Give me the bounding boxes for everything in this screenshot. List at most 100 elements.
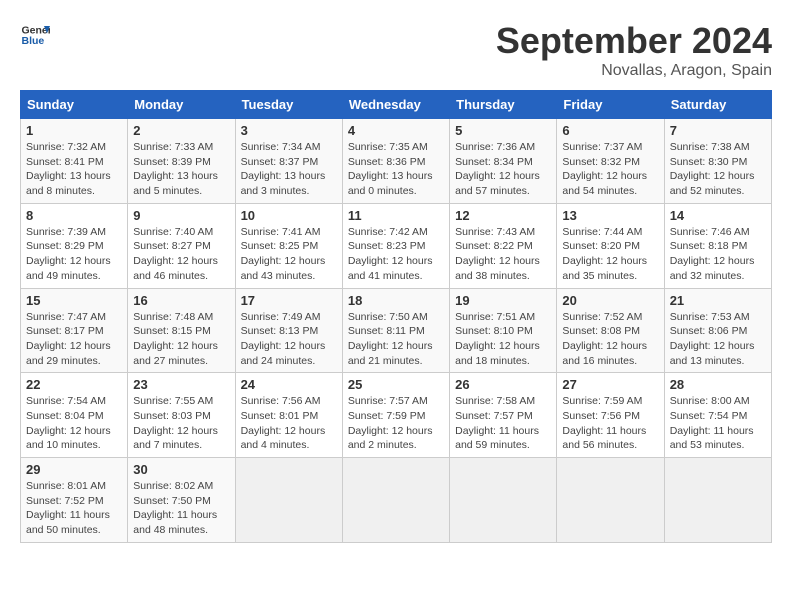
day-info: Sunrise: 7:54 AMSunset: 8:04 PMDaylight:…	[26, 395, 111, 451]
calendar-week-2: 8 Sunrise: 7:39 AMSunset: 8:29 PMDaylight…	[21, 203, 772, 288]
day-info: Sunrise: 7:56 AMSunset: 8:01 PMDaylight:…	[241, 395, 326, 451]
day-info: Sunrise: 7:50 AMSunset: 8:11 PMDaylight:…	[348, 311, 433, 367]
day-info: Sunrise: 7:59 AMSunset: 7:56 PMDaylight:…	[562, 395, 646, 451]
calendar-cell	[342, 458, 449, 543]
calendar-cell: 11 Sunrise: 7:42 AMSunset: 8:23 PMDayligh…	[342, 203, 449, 288]
day-number: 23	[133, 377, 229, 392]
day-info: Sunrise: 8:01 AMSunset: 7:52 PMDaylight:…	[26, 480, 110, 536]
day-number: 27	[562, 377, 658, 392]
day-number: 25	[348, 377, 444, 392]
calendar-cell: 23 Sunrise: 7:55 AMSunset: 8:03 PMDayligh…	[128, 373, 235, 458]
location: Novallas, Aragon, Spain	[496, 62, 772, 80]
calendar-cell: 2Sunrise: 7:33 AMSunset: 8:39 PMDaylight…	[128, 119, 235, 204]
calendar-cell: 6Sunrise: 7:37 AMSunset: 8:32 PMDaylight…	[557, 119, 664, 204]
day-number: 14	[670, 208, 766, 223]
calendar-table: SundayMondayTuesdayWednesdayThursdayFrid…	[20, 90, 772, 543]
calendar-cell: 13 Sunrise: 7:44 AMSunset: 8:20 PMDayligh…	[557, 203, 664, 288]
day-number: 4	[348, 123, 444, 138]
calendar-cell: 19 Sunrise: 7:51 AMSunset: 8:10 PMDayligh…	[450, 288, 557, 373]
day-number: 1	[26, 123, 122, 138]
day-number: 28	[670, 377, 766, 392]
day-info: Sunrise: 7:47 AMSunset: 8:17 PMDaylight:…	[26, 311, 111, 367]
day-number: 17	[241, 293, 337, 308]
calendar-cell: 5Sunrise: 7:36 AMSunset: 8:34 PMDaylight…	[450, 119, 557, 204]
calendar-cell: 8 Sunrise: 7:39 AMSunset: 8:29 PMDaylight…	[21, 203, 128, 288]
calendar-cell: 18 Sunrise: 7:50 AMSunset: 8:11 PMDayligh…	[342, 288, 449, 373]
day-info: Sunrise: 7:34 AMSunset: 8:37 PMDaylight:…	[241, 141, 326, 197]
day-number: 29	[26, 462, 122, 477]
day-info: Sunrise: 7:58 AMSunset: 7:57 PMDaylight:…	[455, 395, 539, 451]
day-number: 18	[348, 293, 444, 308]
svg-text:Blue: Blue	[22, 35, 45, 47]
day-info: Sunrise: 7:55 AMSunset: 8:03 PMDaylight:…	[133, 395, 218, 451]
day-info: Sunrise: 7:52 AMSunset: 8:08 PMDaylight:…	[562, 311, 647, 367]
calendar-cell: 7 Sunrise: 7:38 AMSunset: 8:30 PMDaylight…	[664, 119, 771, 204]
day-number: 2	[133, 123, 229, 138]
day-info: Sunrise: 7:44 AMSunset: 8:20 PMDaylight:…	[562, 226, 647, 282]
calendar-cell	[450, 458, 557, 543]
calendar-cell: 12Sunrise: 7:43 AMSunset: 8:22 PMDayligh…	[450, 203, 557, 288]
day-info: Sunrise: 7:40 AMSunset: 8:27 PMDaylight:…	[133, 226, 218, 282]
calendar-cell: 3 Sunrise: 7:34 AMSunset: 8:37 PMDaylight…	[235, 119, 342, 204]
header-cell-tuesday: Tuesday	[235, 91, 342, 119]
day-info: Sunrise: 7:43 AMSunset: 8:22 PMDaylight:…	[455, 226, 540, 282]
day-info: Sunrise: 8:02 AMSunset: 7:50 PMDaylight:…	[133, 480, 217, 536]
calendar-cell: 10 Sunrise: 7:41 AMSunset: 8:25 PMDayligh…	[235, 203, 342, 288]
day-info: Sunrise: 7:53 AMSunset: 8:06 PMDaylight:…	[670, 311, 755, 367]
day-number: 19	[455, 293, 551, 308]
day-info: Sunrise: 7:48 AMSunset: 8:15 PMDaylight:…	[133, 311, 218, 367]
calendar-cell: 16Sunrise: 7:48 AMSunset: 8:15 PMDayligh…	[128, 288, 235, 373]
day-info: Sunrise: 8:00 AMSunset: 7:54 PMDaylight:…	[670, 395, 754, 451]
calendar-cell: 17 Sunrise: 7:49 AMSunset: 8:13 PMDayligh…	[235, 288, 342, 373]
calendar-cell: 29 Sunrise: 8:01 AMSunset: 7:52 PMDayligh…	[21, 458, 128, 543]
calendar-cell: 28 Sunrise: 8:00 AMSunset: 7:54 PMDayligh…	[664, 373, 771, 458]
title-block: September 2024 Novallas, Aragon, Spain	[496, 20, 772, 80]
calendar-cell: 1 Sunrise: 7:32 AMSunset: 8:41 PMDaylight…	[21, 119, 128, 204]
calendar-cell	[664, 458, 771, 543]
header-cell-friday: Friday	[557, 91, 664, 119]
day-info: Sunrise: 7:38 AMSunset: 8:30 PMDaylight:…	[670, 141, 755, 197]
header-cell-sunday: Sunday	[21, 91, 128, 119]
calendar-cell: 15 Sunrise: 7:47 AMSunset: 8:17 PMDayligh…	[21, 288, 128, 373]
calendar-cell: 20 Sunrise: 7:52 AMSunset: 8:08 PMDayligh…	[557, 288, 664, 373]
day-info: Sunrise: 7:35 AMSunset: 8:36 PMDaylight:…	[348, 141, 433, 197]
calendar-cell: 30Sunrise: 8:02 AMSunset: 7:50 PMDayligh…	[128, 458, 235, 543]
day-number: 8	[26, 208, 122, 223]
day-number: 15	[26, 293, 122, 308]
day-info: Sunrise: 7:42 AMSunset: 8:23 PMDaylight:…	[348, 226, 433, 282]
logo-icon: General Blue	[20, 20, 50, 50]
calendar-cell: 4 Sunrise: 7:35 AMSunset: 8:36 PMDaylight…	[342, 119, 449, 204]
day-number: 3	[241, 123, 337, 138]
calendar-header: SundayMondayTuesdayWednesdayThursdayFrid…	[21, 91, 772, 119]
day-number: 10	[241, 208, 337, 223]
calendar-cell	[557, 458, 664, 543]
day-number: 9	[133, 208, 229, 223]
header-cell-monday: Monday	[128, 91, 235, 119]
header-cell-saturday: Saturday	[664, 91, 771, 119]
day-info: Sunrise: 7:39 AMSunset: 8:29 PMDaylight:…	[26, 226, 111, 282]
day-number: 20	[562, 293, 658, 308]
calendar-cell: 9 Sunrise: 7:40 AMSunset: 8:27 PMDaylight…	[128, 203, 235, 288]
day-info: Sunrise: 7:32 AMSunset: 8:41 PMDaylight:…	[26, 141, 111, 197]
calendar-cell: 14 Sunrise: 7:46 AMSunset: 8:18 PMDayligh…	[664, 203, 771, 288]
day-info: Sunrise: 7:51 AMSunset: 8:10 PMDaylight:…	[455, 311, 540, 367]
calendar-week-4: 22Sunrise: 7:54 AMSunset: 8:04 PMDayligh…	[21, 373, 772, 458]
calendar-cell: 26Sunrise: 7:58 AMSunset: 7:57 PMDayligh…	[450, 373, 557, 458]
calendar-week-3: 15 Sunrise: 7:47 AMSunset: 8:17 PMDayligh…	[21, 288, 772, 373]
day-info: Sunrise: 7:41 AMSunset: 8:25 PMDaylight:…	[241, 226, 326, 282]
day-info: Sunrise: 7:49 AMSunset: 8:13 PMDaylight:…	[241, 311, 326, 367]
day-number: 6	[562, 123, 658, 138]
calendar-week-5: 29 Sunrise: 8:01 AMSunset: 7:52 PMDayligh…	[21, 458, 772, 543]
day-info: Sunrise: 7:46 AMSunset: 8:18 PMDaylight:…	[670, 226, 755, 282]
day-number: 7	[670, 123, 766, 138]
calendar-week-1: 1 Sunrise: 7:32 AMSunset: 8:41 PMDaylight…	[21, 119, 772, 204]
day-info: Sunrise: 7:57 AMSunset: 7:59 PMDaylight:…	[348, 395, 433, 451]
day-number: 11	[348, 208, 444, 223]
month-title: September 2024	[496, 20, 772, 62]
header-row: SundayMondayTuesdayWednesdayThursdayFrid…	[21, 91, 772, 119]
calendar-cell: 22Sunrise: 7:54 AMSunset: 8:04 PMDayligh…	[21, 373, 128, 458]
day-number: 13	[562, 208, 658, 223]
day-number: 24	[241, 377, 337, 392]
calendar-cell: 21Sunrise: 7:53 AMSunset: 8:06 PMDayligh…	[664, 288, 771, 373]
header-cell-wednesday: Wednesday	[342, 91, 449, 119]
